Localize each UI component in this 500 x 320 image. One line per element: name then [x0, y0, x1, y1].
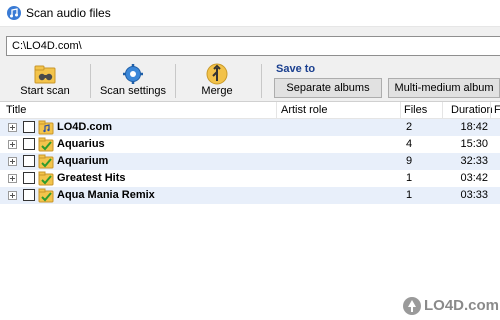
path-bar: C:\LO4D.com\ — [0, 26, 500, 60]
start-scan-label: Start scan — [20, 85, 70, 97]
row-title: Greatest Hits — [57, 172, 126, 184]
row-title: LO4D.com — [57, 121, 113, 133]
expand-icon[interactable] — [8, 191, 17, 200]
album-folder-check-icon — [38, 171, 54, 186]
column-divider[interactable] — [276, 102, 277, 119]
row-duration: 03:42 — [460, 172, 488, 184]
column-duration[interactable]: Duration — [451, 102, 493, 119]
row-checkbox[interactable] — [23, 121, 35, 133]
list-header: Title Artist role Files Duration F — [0, 102, 500, 119]
column-extra[interactable]: F — [494, 102, 500, 119]
multi-medium-album-button[interactable]: Multi-medium album — [388, 78, 500, 98]
merge-label: Merge — [201, 85, 233, 97]
table-row[interactable]: Aquarium 9 32:33 — [0, 153, 500, 170]
window-title: Scan audio files — [26, 6, 111, 20]
row-files: 4 — [406, 138, 413, 150]
table-row[interactable]: LO4D.com 2 18:42 — [0, 119, 500, 136]
row-title: Aquarius — [57, 138, 105, 150]
expand-icon[interactable] — [8, 157, 17, 166]
column-files[interactable]: Files — [404, 102, 427, 119]
path-value: C:\LO4D.com\ — [12, 40, 82, 52]
watermark: LO4D.com — [400, 296, 500, 316]
row-title: Aquarium — [57, 155, 109, 167]
separate-albums-button[interactable]: Separate albums — [274, 78, 382, 98]
row-checkbox[interactable] — [23, 155, 35, 167]
start-scan-button[interactable]: Start scan — [0, 60, 90, 100]
title-bar: Scan audio files — [0, 0, 500, 26]
row-duration: 18:42 — [460, 121, 488, 133]
watermark-text: LO4D.com — [424, 297, 500, 314]
merge-arrow-icon — [206, 63, 228, 85]
watermark-logo-icon — [403, 297, 421, 315]
path-combobox[interactable]: C:\LO4D.com\ — [6, 36, 500, 56]
expand-icon[interactable] — [8, 140, 17, 149]
row-duration: 15:30 — [460, 138, 488, 150]
expand-icon[interactable] — [8, 123, 17, 132]
toolbar: Start scan Scan settings Merge Save to S… — [0, 60, 500, 102]
row-duration: 03:33 — [460, 189, 488, 201]
row-files: 2 — [406, 121, 413, 133]
column-title[interactable]: Title — [6, 102, 26, 119]
column-divider[interactable] — [490, 102, 491, 119]
album-folder-check-icon — [38, 154, 54, 169]
album-folder-check-icon — [38, 137, 54, 152]
column-divider[interactable] — [442, 102, 443, 119]
toolbar-divider — [261, 64, 262, 98]
row-checkbox[interactable] — [23, 138, 35, 150]
scan-settings-label: Scan settings — [99, 85, 167, 97]
row-files: 9 — [406, 155, 413, 167]
table-row[interactable]: Greatest Hits 1 03:42 — [0, 170, 500, 187]
scan-settings-button[interactable]: Scan settings — [91, 60, 175, 100]
expand-icon[interactable] — [8, 174, 17, 183]
row-duration: 32:33 — [460, 155, 488, 167]
row-files: 1 — [406, 172, 413, 184]
column-artist-role[interactable]: Artist role — [281, 102, 327, 119]
table-row[interactable]: Aqua Mania Remix 1 03:33 — [0, 187, 500, 204]
row-checkbox[interactable] — [23, 172, 35, 184]
row-title: Aqua Mania Remix — [57, 189, 155, 201]
gear-icon — [123, 64, 143, 84]
row-files: 1 — [406, 189, 413, 201]
row-checkbox[interactable] — [23, 189, 35, 201]
album-folder-icon — [38, 120, 54, 135]
merge-button[interactable]: Merge — [176, 60, 258, 100]
binoculars-folder-icon — [34, 65, 56, 84]
album-folder-check-icon — [38, 188, 54, 203]
column-divider[interactable] — [400, 102, 401, 119]
table-row[interactable]: Aquarius 4 15:30 — [0, 136, 500, 153]
app-music-icon — [7, 6, 21, 20]
save-to-label: Save to — [276, 63, 316, 75]
